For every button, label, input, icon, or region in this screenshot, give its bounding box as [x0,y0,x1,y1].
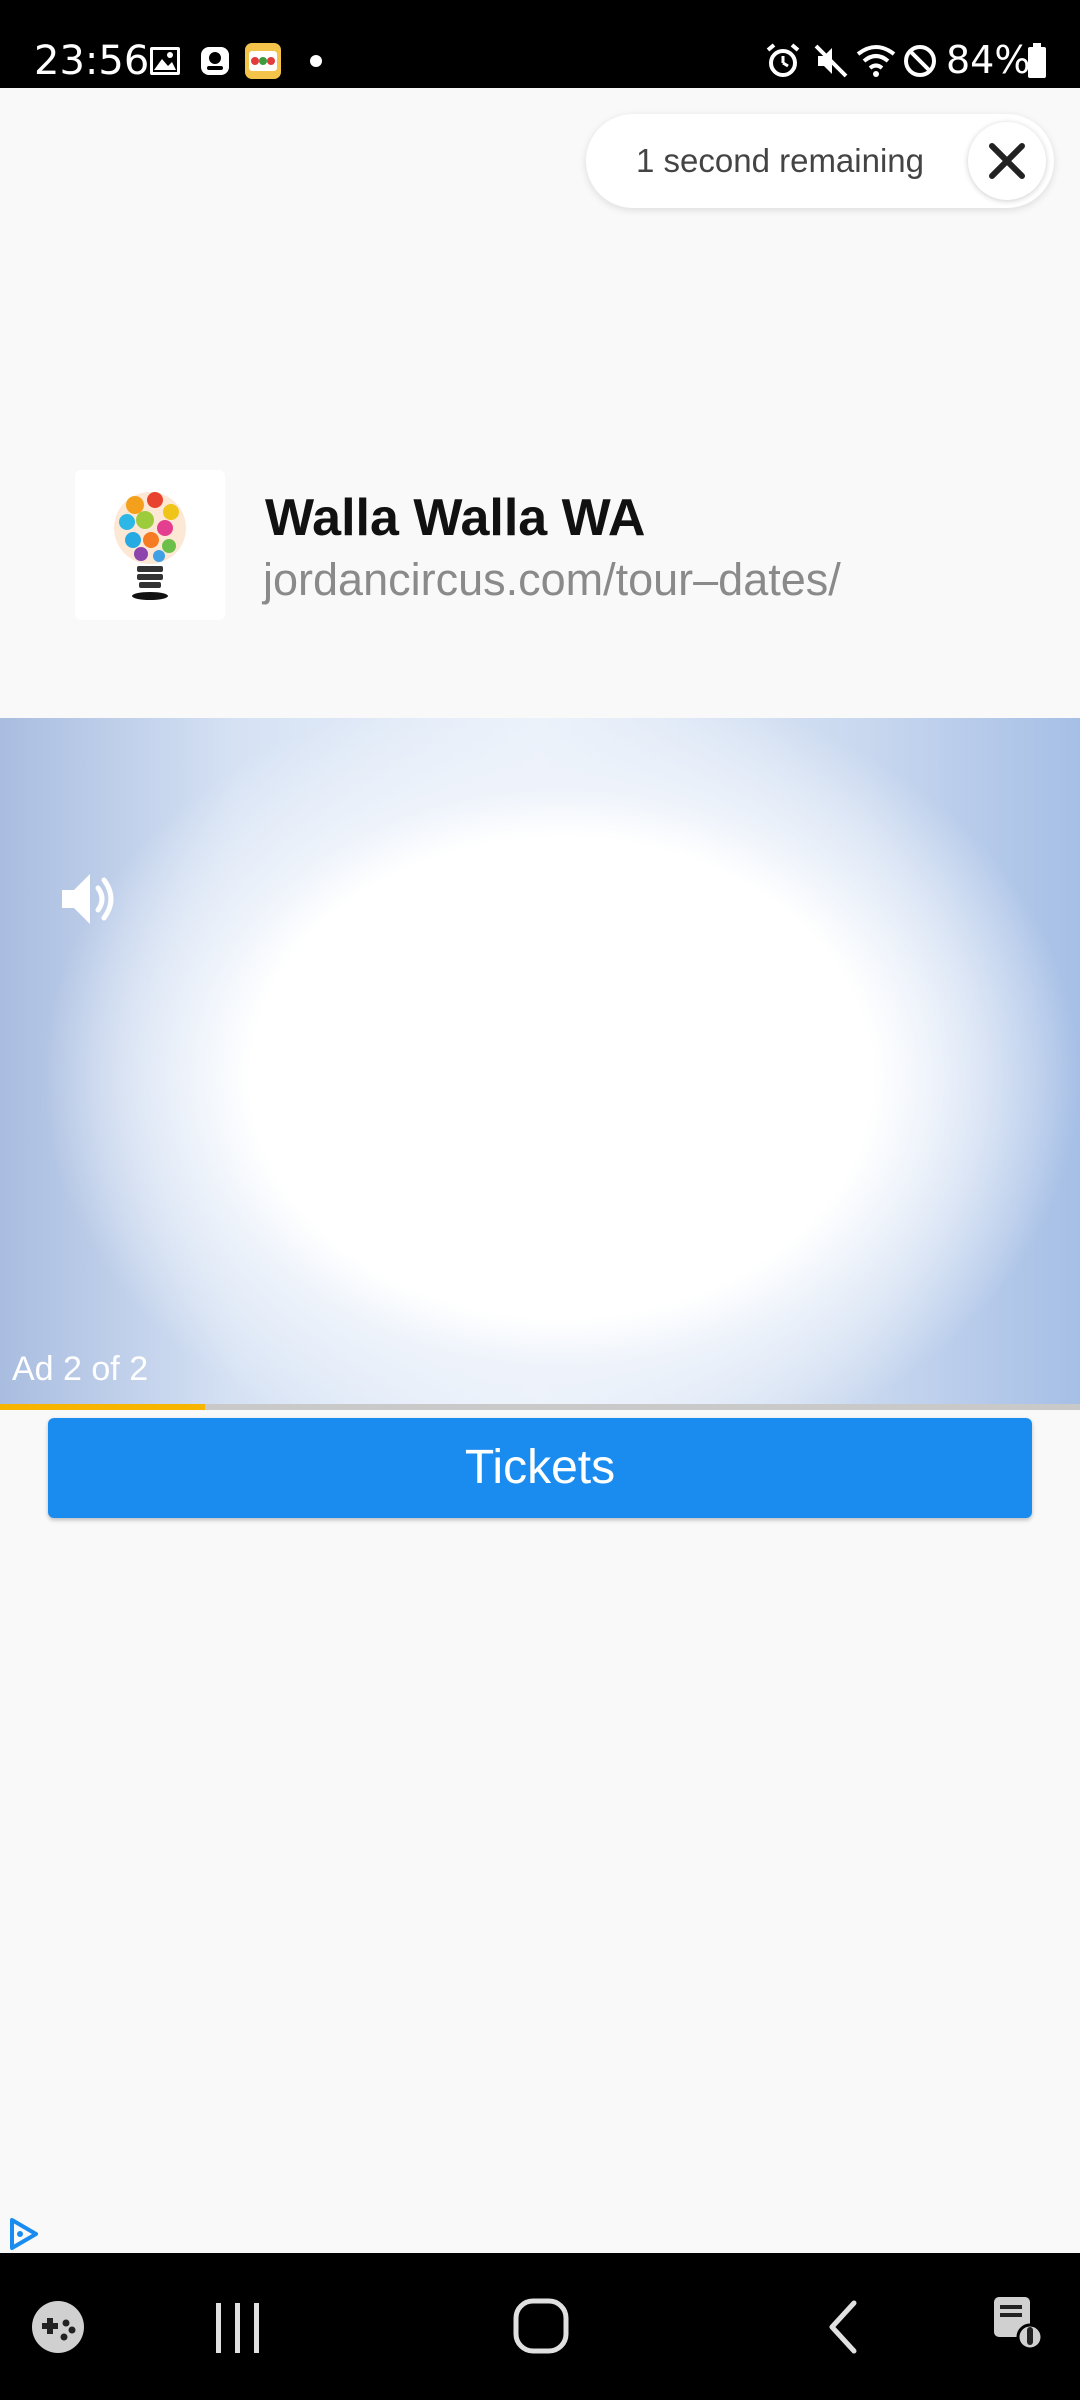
assistant-icon[interactable] [990,2293,1050,2357]
tickets-button[interactable]: Tickets [48,1418,1032,1518]
alarm-icon [766,43,800,77]
volume-icon[interactable] [58,868,120,930]
navigation-bar [0,2253,1080,2400]
close-icon [989,143,1025,179]
advertiser-logo[interactable] [75,470,225,620]
close-button[interactable] [968,122,1046,200]
app-notification-icon [201,47,229,75]
video-progress-fill [0,1404,206,1410]
battery-icon [1028,43,1046,78]
battery-percent: 84% [946,38,1031,82]
status-time: 23:56 [34,38,150,84]
adchoices-icon[interactable] [6,2216,42,2252]
home-icon[interactable] [512,2297,570,2355]
video-progress-bar [0,1404,1080,1410]
ad-video[interactable]: Ad 2 of 2 [0,718,1080,1410]
dot-icon [310,55,322,67]
countdown-text: 1 second remaining [636,142,925,179]
wifi-icon [856,45,896,77]
do-not-disturb-icon [904,45,936,77]
slots-app-icon [245,43,281,79]
recent-apps-icon[interactable] [210,2301,266,2355]
status-bar: 23:56 84% [0,0,1080,88]
advertiser-title[interactable]: Walla Walla WA [265,488,645,548]
game-launcher-icon[interactable] [30,2299,86,2355]
countdown-pill: 1 second remaining [586,114,1054,208]
lightbulb-logo-icon [114,492,186,600]
ad-screen: 1 second remaining Walla Walla WA jordan… [0,88,1080,2253]
mute-icon [814,44,848,78]
image-icon [150,47,180,75]
back-icon[interactable] [824,2299,864,2355]
advertiser-url[interactable]: jordancircus.com/tour–dates/ [263,554,841,606]
ad-counter: Ad 2 of 2 [12,1350,149,1388]
